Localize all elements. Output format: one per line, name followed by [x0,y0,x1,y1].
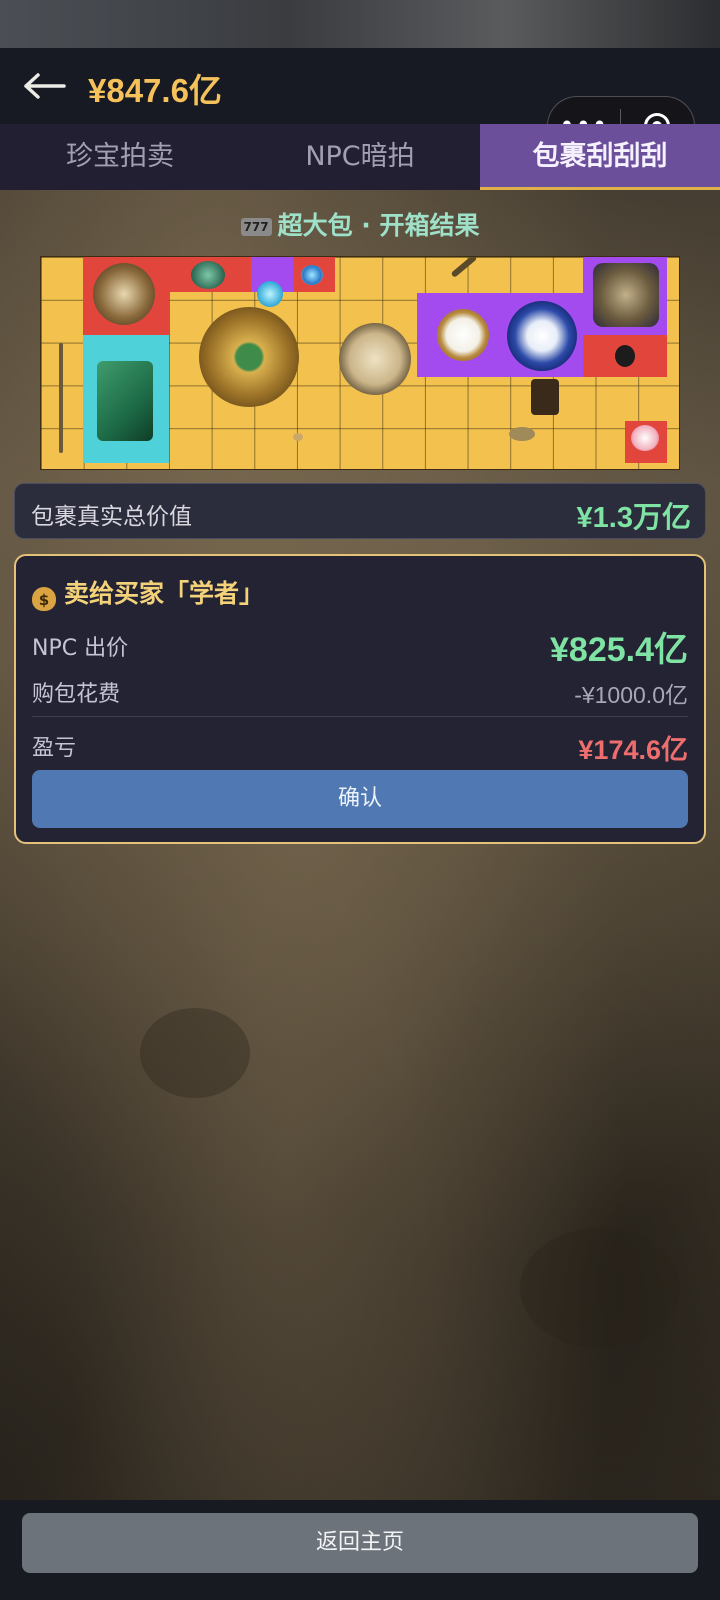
black-pot-item [615,345,635,367]
blue-disc-item [257,281,283,307]
npc-offer-label: NPC 出价 [32,636,129,661]
small-feather-item [293,433,303,441]
package-cost-label: 购包花费 [32,682,121,707]
porcelain-bowl-item [507,301,577,371]
tab-treasure-auction[interactable]: 珍宝拍卖 [0,124,240,190]
profit-loss-value: ¥174.6亿 [578,735,688,765]
fossil-slab-item [593,263,659,327]
package-cost-value: -¥1000.0亿 [574,682,688,708]
bronze-clock-item [93,263,155,325]
confirm-button[interactable]: 确认 [32,770,688,828]
tab-npc-blind-auction[interactable]: NPC暗拍 [240,124,480,190]
gold-medal-item [199,307,299,407]
jade-coin-item [191,261,225,289]
profit-loss-label: 盈亏 [32,736,77,761]
npc-offer-value: ¥825.4亿 [550,631,688,669]
pocket-watch-item [437,309,489,361]
tab-package-scratch[interactable]: 包裹刮刮刮 [480,124,720,190]
result-title: 777 超大包 · 开箱结果 [0,206,720,242]
sell-card-title: $ 卖给买家「学者」 [32,574,264,611]
spoon-item [509,427,535,441]
sell-to-buyer-card: $ 卖给买家「学者」 NPC 出价 ¥825.4亿 购包花费 -¥1000.0亿 … [14,554,706,844]
card-divider [32,716,688,717]
package-value-label: 包裹真实总价值 [31,504,192,530]
return-home-button[interactable]: 返回主页 [22,1513,698,1573]
package-value-amount: ¥1.3万亿 [576,502,691,534]
antique-plate-item [339,323,411,395]
spear-item [59,343,63,453]
package-item-grid [40,256,680,470]
arrow-left-icon[interactable] [22,66,72,106]
tab-bar: 珍宝拍卖 NPC暗拍 包裹刮刮刮 [0,124,720,190]
money-bag-icon: $ [32,587,56,611]
result-title-text: 超大包 · 开箱结果 [277,211,480,240]
top-photo-strip [0,0,720,48]
package-value-bar: 包裹真实总价值 ¥1.3万亿 [14,483,706,539]
green-book-item [97,361,153,441]
sell-card-title-text: 卖给买家「学者」 [64,579,265,608]
slot-machine-icon: 777 [240,218,272,236]
brooch-item [631,425,659,451]
balance-amount: ¥847.6亿 [88,72,222,109]
quill-item [450,257,478,278]
scales-item [531,379,559,415]
gem-ring-item [301,265,323,285]
